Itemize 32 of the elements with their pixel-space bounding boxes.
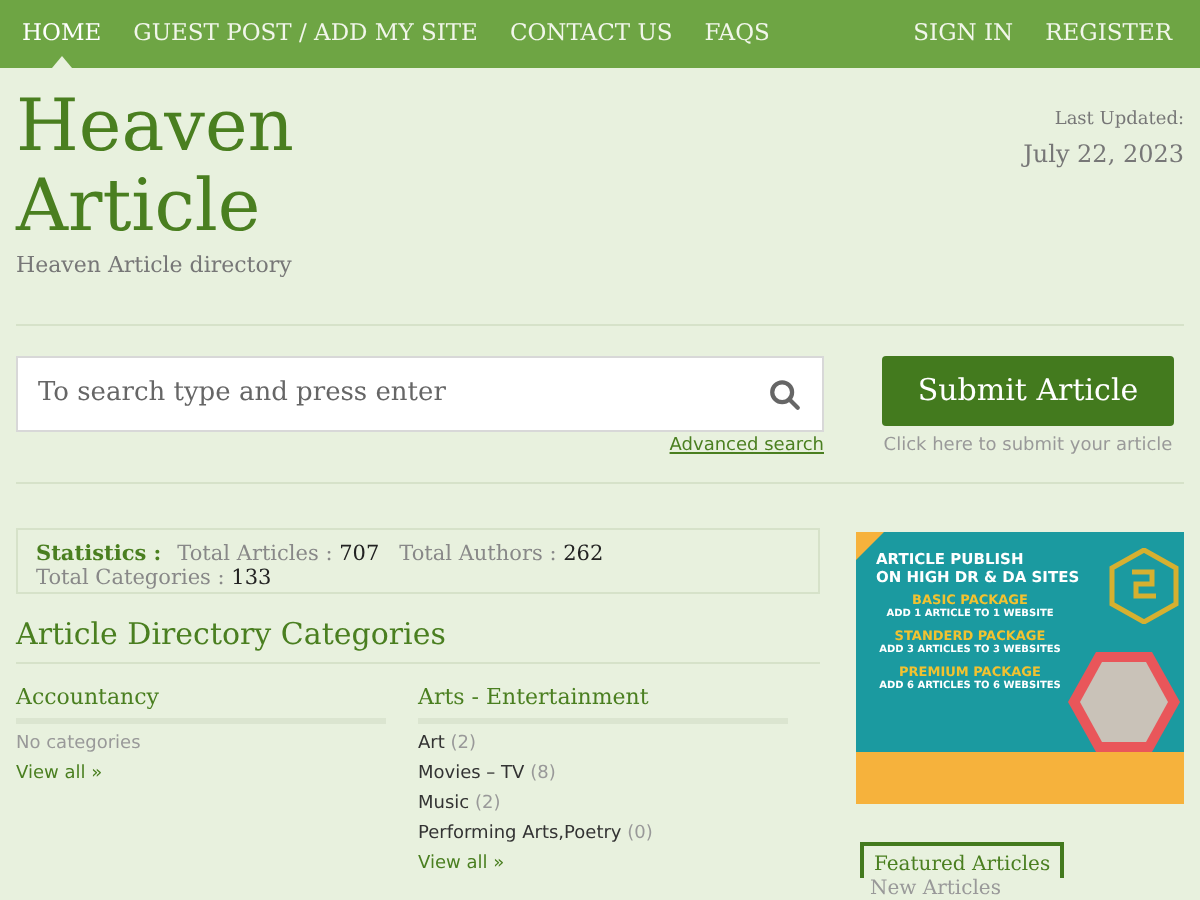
nav-link[interactable]: HOME	[6, 0, 118, 68]
statistics-text: Statistics : Total Articles : 707 Total Authors : 262 Total Categories : 133	[36, 542, 606, 590]
sidebar-tab[interactable]: Featured Articles	[860, 842, 1065, 878]
hexagon-logo-icon	[1108, 548, 1180, 624]
nav-link[interactable]: CONTACT US	[493, 0, 689, 68]
sidebar-tab[interactable]: New Articles	[860, 878, 1011, 900]
site-title: Heaven	[16, 88, 294, 168]
submit-article-button[interactable]: Submit Article	[882, 356, 1174, 426]
last-updated-label: Last Updated:	[1054, 108, 1184, 134]
subcategory-link[interactable]: Performing Arts,Poetry (0)	[418, 820, 788, 850]
categories-heading: Article Directory Categories	[16, 614, 820, 664]
category-title[interactable]: Arts - Entertainment	[418, 684, 788, 724]
site-tagline: Heaven Article directory	[16, 250, 294, 282]
subcategory-link[interactable]: Music (2)	[418, 790, 788, 820]
submit-hint: Click here to submit your article	[883, 434, 1173, 460]
subcategory-link[interactable]: Art (2)	[418, 730, 788, 760]
advanced-search-link[interactable]: Advanced search	[669, 434, 824, 461]
nav-link[interactable]: SIGN IN	[897, 0, 1030, 68]
category-title[interactable]: Accountancy	[16, 684, 386, 724]
search-icon[interactable]	[768, 377, 802, 411]
subcategory-link[interactable]: Movies – TV (8)	[418, 760, 788, 790]
nav-link[interactable]: GUEST POST / ADD MY SITE	[117, 0, 494, 68]
view-all-link[interactable]: View all »	[16, 760, 386, 790]
search-field[interactable]: To search type and press enter	[16, 356, 824, 432]
view-all-link[interactable]: View all »	[418, 850, 788, 880]
site-title: Article	[16, 168, 263, 248]
nav-link[interactable]: REGISTER	[1029, 0, 1188, 68]
nav-link[interactable]: FAQS	[688, 0, 786, 68]
active-pointer-icon	[51, 56, 72, 68]
last-updated-date: July 22, 2023	[1023, 137, 1184, 171]
search-input[interactable]: To search type and press enter	[38, 374, 768, 414]
no-categories-text: No categories	[16, 732, 143, 758]
